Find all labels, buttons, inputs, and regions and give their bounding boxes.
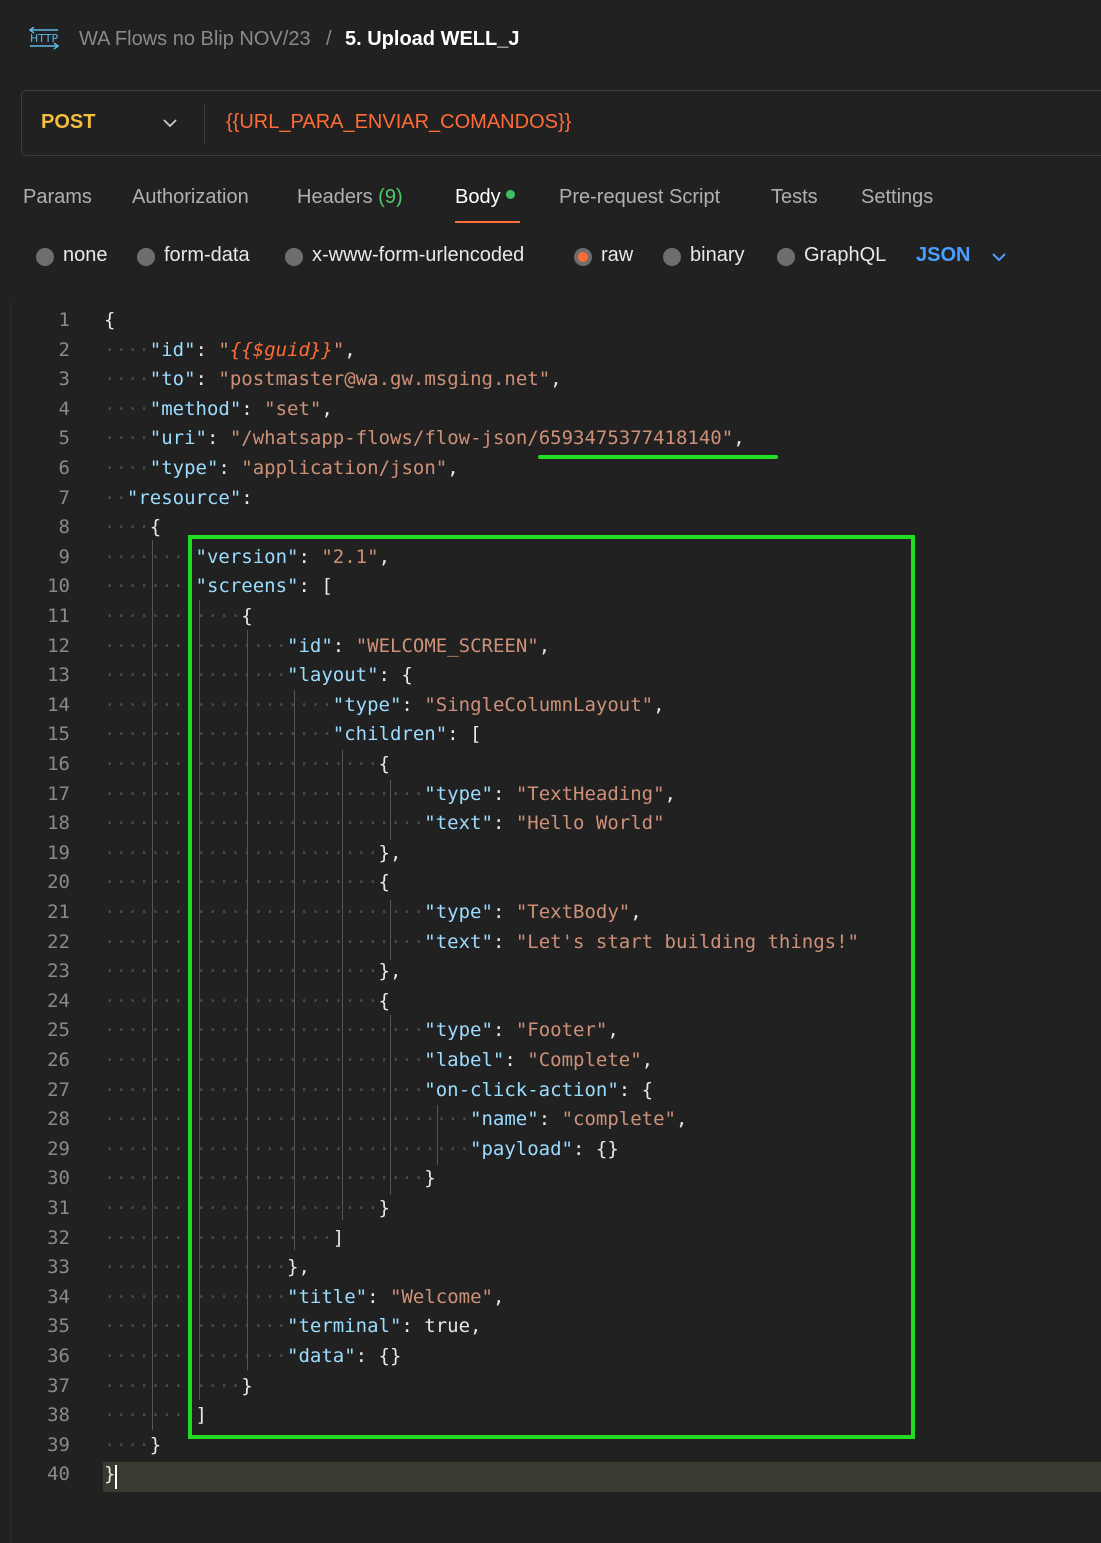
chevron-down-icon[interactable] (990, 249, 1008, 265)
radio-label: binary (690, 244, 745, 266)
code-line[interactable]: { (104, 305, 115, 335)
line-number: 12 (47, 634, 70, 657)
line-number: 38 (47, 1404, 70, 1427)
request-tabs: Params Authorization Headers (9) Body Pr… (0, 178, 1101, 228)
line-number: 5 (58, 427, 70, 450)
line-number: 9 (58, 545, 70, 568)
line-number: 27 (47, 1078, 70, 1101)
tab-authorization[interactable]: Authorization (132, 186, 249, 209)
breadcrumb-request-name[interactable]: 5. Upload WELL_J (345, 26, 519, 52)
radio-circle-icon (663, 248, 681, 266)
request-url-bar: POST {{URL_PARA_ENVIAR_COMANDOS}} (21, 90, 1101, 156)
line-number: 25 (47, 1019, 70, 1042)
current-line-highlight (103, 1462, 1101, 1492)
radio-circle-icon (285, 248, 303, 266)
line-number: 16 (47, 753, 70, 775)
url-input[interactable]: {{URL_PARA_ENVIAR_COMANDOS}} (226, 111, 571, 134)
line-number: 8 (58, 516, 70, 539)
tab-settings[interactable]: Settings (861, 186, 933, 209)
code-line[interactable]: ····"method": "set", (104, 394, 333, 424)
line-number: 20 (47, 871, 70, 894)
line-number: 22 (47, 930, 70, 953)
code-line[interactable]: ····} (104, 1430, 161, 1460)
code-line[interactable]: ····"id": "{{$guid}}", (104, 335, 356, 365)
http-icon: HTTP (28, 27, 60, 50)
chevron-down-icon[interactable] (162, 115, 178, 131)
code-line[interactable]: ····{ (104, 512, 161, 542)
line-number: 13 (47, 664, 70, 687)
code-line[interactable]: ····"uri": "/whatsapp-flows/flow-json/65… (104, 423, 745, 453)
line-number: 21 (47, 901, 70, 923)
method-select[interactable]: POST (41, 111, 95, 134)
line-number: 28 (47, 1108, 70, 1131)
line-number: 14 (47, 693, 70, 716)
radio-circle-icon (36, 248, 54, 266)
code-line[interactable]: ····"to": "postmaster@wa.gw.msging.net", (104, 364, 562, 394)
radio-label: raw (601, 244, 634, 266)
indent-guide (152, 540, 153, 1430)
line-number: 36 (47, 1345, 70, 1367)
line-number: 6 (58, 457, 70, 479)
line-number: 30 (47, 1167, 70, 1190)
tab-params[interactable]: Params (23, 186, 92, 209)
radio-label: GraphQL (804, 244, 887, 266)
line-number: 18 (47, 812, 70, 835)
line-number: 23 (47, 960, 70, 983)
tab-body-label: Body (455, 186, 501, 208)
line-number: 7 (58, 486, 70, 509)
header: HTTP WA Flows no Blip NOV/23 / 5. Upload… (0, 0, 1101, 78)
line-number: 15 (47, 723, 70, 746)
line-number: 34 (47, 1285, 70, 1308)
line-number: 10 (47, 575, 70, 598)
line-number: 1 (58, 309, 70, 331)
radio-label: none (63, 244, 108, 266)
line-number: 29 (47, 1137, 70, 1160)
breadcrumb-separator: / (326, 28, 332, 50)
line-number: 37 (47, 1374, 70, 1397)
language-select[interactable]: JSON (916, 244, 970, 267)
line-number: 2 (58, 338, 70, 361)
tab-body[interactable]: Body (455, 186, 515, 209)
highlight-box (188, 535, 915, 1439)
line-number: 4 (58, 397, 70, 420)
line-number: 17 (47, 782, 70, 805)
line-number: 19 (47, 841, 70, 864)
headers-count-badge: (9) (378, 186, 403, 208)
radio-circle-icon (777, 248, 795, 266)
tab-tests[interactable]: Tests (771, 186, 818, 209)
code-line[interactable]: ··"resource": (104, 483, 253, 513)
line-number: 40 (47, 1463, 70, 1486)
divider (204, 103, 205, 145)
code-line[interactable]: ····"type": "application/json", (104, 453, 459, 483)
radio-label: x-www-form-urlencoded (312, 244, 525, 266)
line-number: 33 (47, 1256, 70, 1279)
line-number: 26 (47, 1049, 70, 1071)
radio-selected-icon (574, 248, 592, 266)
line-number: 31 (47, 1197, 70, 1219)
highlight-underline (538, 455, 778, 459)
body-type-options: none form-data x-www-form-urlencoded raw… (0, 236, 1101, 276)
line-number: 35 (47, 1315, 70, 1338)
line-number: 39 (47, 1433, 70, 1456)
modified-dot-icon (505, 190, 515, 200)
tab-headers[interactable]: Headers (9) (297, 186, 403, 209)
code-line[interactable]: } (104, 1459, 115, 1489)
breadcrumb-collection[interactable]: WA Flows no Blip NOV/23 (79, 26, 311, 52)
radio-circle-icon (137, 248, 155, 266)
line-number: 24 (47, 989, 70, 1012)
tab-headers-label: Headers (297, 186, 373, 208)
tab-pre-request-script[interactable]: Pre-request Script (559, 186, 720, 209)
radio-label: form-data (164, 244, 250, 266)
line-number: 11 (47, 605, 70, 627)
line-number: 32 (47, 1226, 70, 1249)
active-tab-indicator (455, 221, 520, 223)
line-number: 3 (58, 368, 70, 391)
